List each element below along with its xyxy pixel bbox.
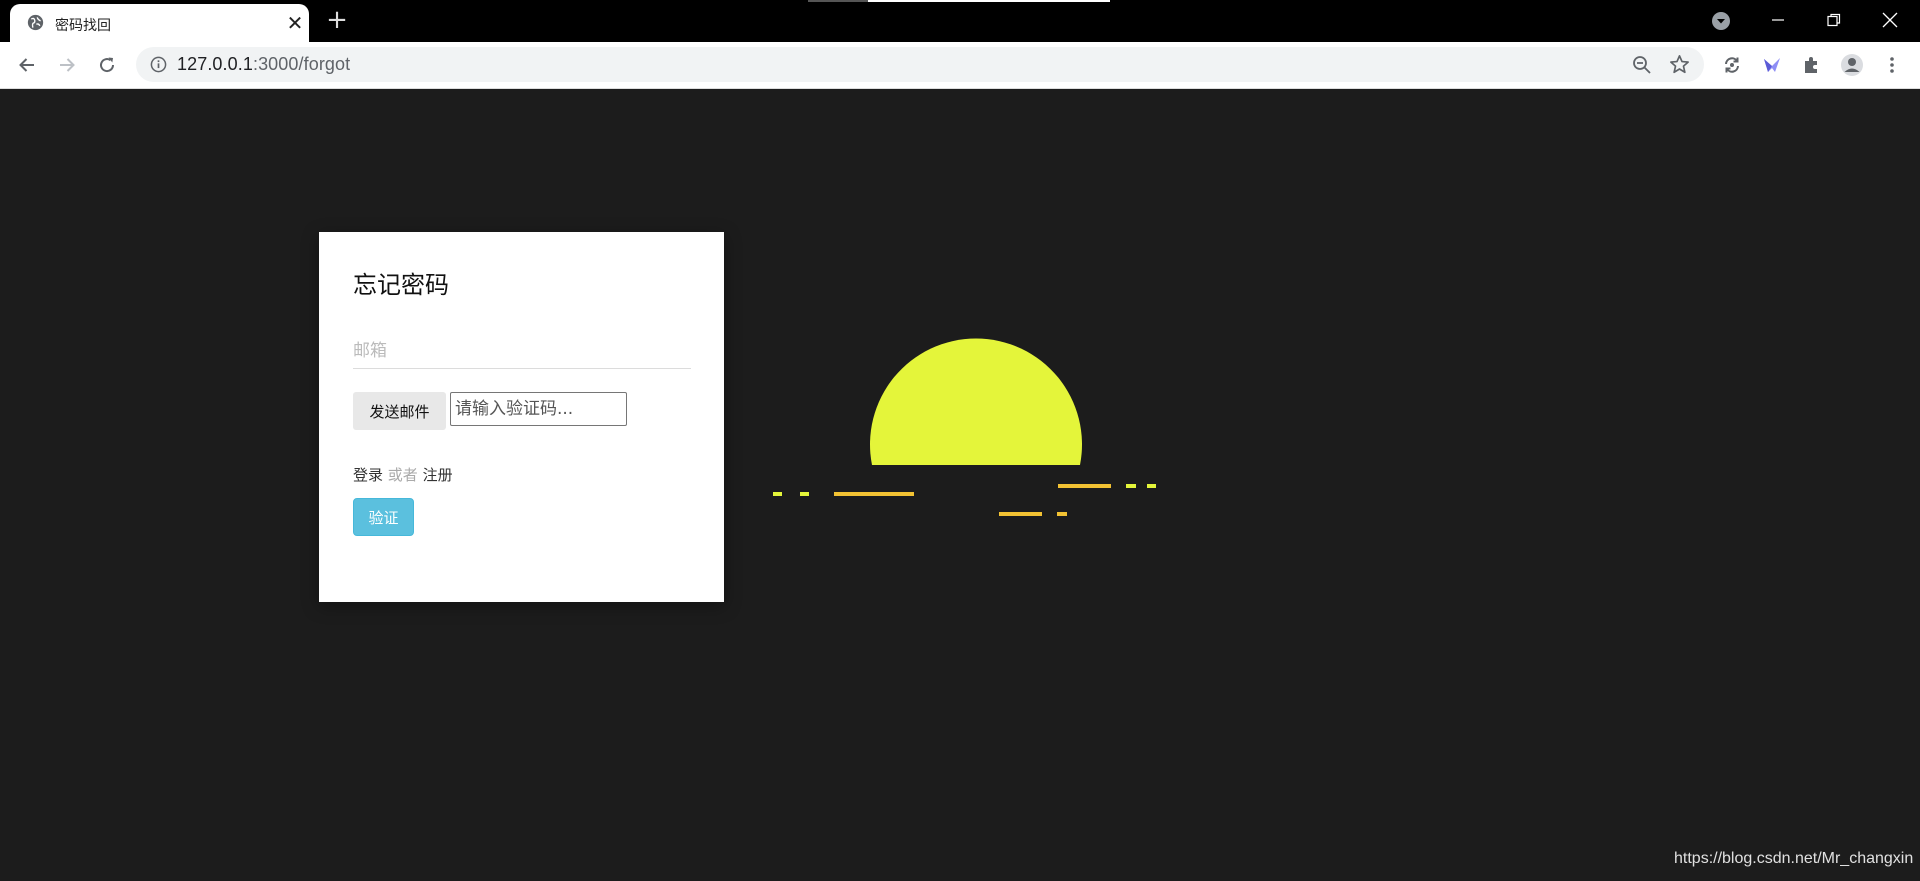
dash-line <box>1126 484 1136 488</box>
window-accent-strip-dark <box>808 0 868 2</box>
url-host: 127.0.0.1 <box>177 54 253 74</box>
avatar-icon <box>1841 54 1863 76</box>
close-icon <box>1882 12 1898 28</box>
minimize-button[interactable] <box>1750 0 1806 40</box>
url-path: :3000/forgot <box>252 54 351 74</box>
restore-button[interactable] <box>1806 0 1862 40</box>
address-bar[interactable]: 127.0.0.1:3000/forgot <box>136 47 1704 82</box>
or-separator: 或者 <box>387 466 418 484</box>
browser-tab-active[interactable]: 密码找回 ✕ <box>10 4 309 42</box>
profile-button[interactable] <box>1840 53 1864 77</box>
verify-button[interactable]: 验证 <box>353 498 414 536</box>
browser-toolbar: 127.0.0.1:3000/forgot <box>0 42 1920 89</box>
info-icon[interactable] <box>150 56 167 73</box>
title-bar: 密码找回 ✕ + <box>0 0 1920 42</box>
reload-button[interactable] <box>93 51 121 79</box>
reload-icon <box>100 57 115 73</box>
new-tab-button[interactable]: + <box>324 7 350 33</box>
bookmark-star-icon[interactable] <box>1669 54 1690 75</box>
dash-line <box>773 492 782 496</box>
page-title: 忘记密码 <box>353 271 449 299</box>
register-link[interactable]: 注册 <box>423 466 453 484</box>
login-link[interactable]: 登录 <box>353 466 383 484</box>
dash-line <box>800 492 809 496</box>
forward-button[interactable] <box>53 51 81 79</box>
kebab-menu-icon <box>1890 57 1894 73</box>
globe-icon <box>27 14 44 31</box>
watermark-text: https://blog.csdn.net/Mr_changxin <box>1674 850 1914 867</box>
tab-search-icon[interactable] <box>1710 10 1732 32</box>
puzzle-icon <box>1805 57 1817 73</box>
dash-line <box>1058 484 1111 488</box>
auth-links: 登录 或者 注册 <box>353 464 453 485</box>
bird-icon <box>1764 58 1780 72</box>
back-button[interactable] <box>13 51 41 79</box>
forgot-password-card: 忘记密码 发送邮件 登录 或者 注册 验证 <box>319 232 724 602</box>
sync-extension-button[interactable] <box>1720 53 1744 77</box>
close-window-button[interactable] <box>1862 0 1918 40</box>
sync-icon <box>1725 57 1739 73</box>
close-tab-icon[interactable]: ✕ <box>283 11 307 35</box>
restore-icon <box>1827 13 1841 27</box>
verification-code-input[interactable] <box>450 392 627 426</box>
tab-title: 密码找回 <box>55 18 111 34</box>
sun-shape <box>870 338 1082 465</box>
browser-menu-button[interactable] <box>1880 53 1904 77</box>
sunset-illustration <box>773 338 1156 516</box>
dash-line <box>1057 512 1067 516</box>
arrow-left-icon <box>19 58 34 72</box>
dash-line <box>834 492 914 496</box>
dash-line <box>999 512 1042 516</box>
bird-extension-button[interactable] <box>1760 53 1784 77</box>
arrow-right-icon <box>60 58 75 72</box>
dash-line <box>1147 484 1156 488</box>
url-text[interactable]: 127.0.0.1:3000/forgot <box>177 54 350 75</box>
extensions-button[interactable] <box>1800 53 1824 77</box>
email-field[interactable] <box>353 334 691 369</box>
send-email-button[interactable]: 发送邮件 <box>353 392 446 430</box>
minimize-icon <box>1772 19 1784 21</box>
zoom-out-icon[interactable] <box>1632 55 1652 75</box>
